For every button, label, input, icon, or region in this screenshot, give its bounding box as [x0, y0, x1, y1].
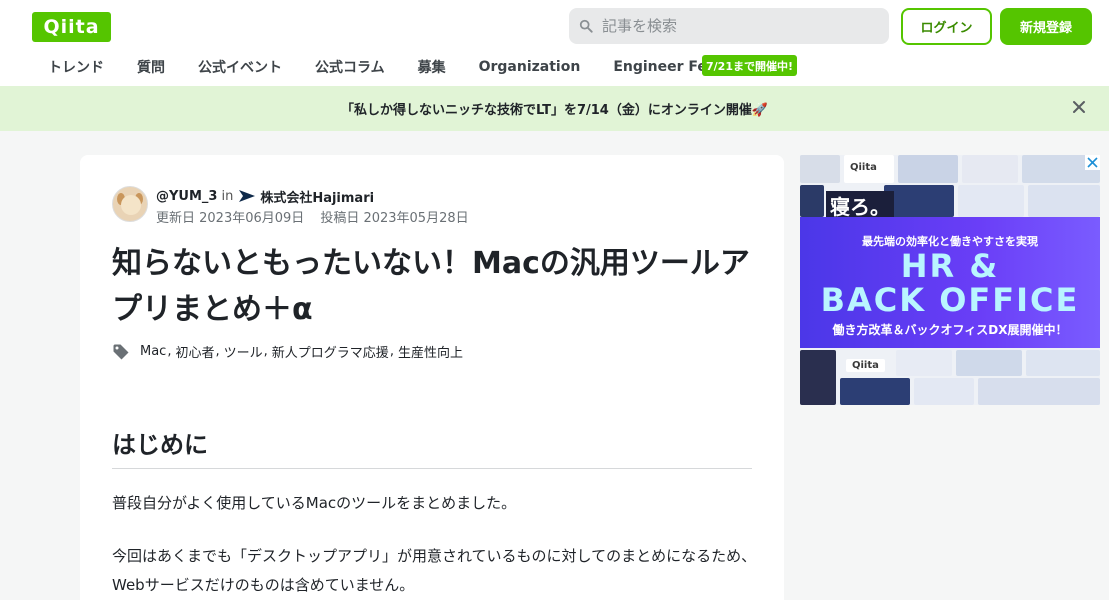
author-username[interactable]: @YUM_3 [156, 189, 217, 204]
tag-separator: , [167, 344, 172, 359]
tag-icon [113, 344, 129, 359]
in-label: in [221, 188, 234, 204]
posted-date: 投稿日 2023年05月28日 [320, 211, 469, 226]
tag-item[interactable]: 初心者 [175, 342, 214, 361]
close-icon[interactable] [1072, 100, 1086, 114]
nav-item-official-events[interactable]: 公式イベント [198, 57, 282, 77]
author-block: @YUM_3 in 株式会社Hajimari 更新日 2023年06月09日 投稿… [112, 186, 469, 226]
paragraph: 今回はあくまでも「デスクトップアプリ」が用意されているものに対してのまとめになる… [112, 547, 757, 594]
search-box[interactable] [569, 8, 889, 44]
ad-collage-bottom [800, 348, 1100, 405]
ad-headline-line2: BACK OFFICE [820, 281, 1080, 319]
organization-link[interactable]: 株式会社Hajimari [260, 187, 374, 206]
avatar[interactable] [112, 186, 148, 222]
paragraph: 普段自分がよく使用しているMacのツールをまとめました。 [112, 494, 517, 512]
main-nav: トレンド 質問 公式イベント 公式コラム 募集 Organization Eng… [48, 56, 731, 78]
nav-item-trend[interactable]: トレンド [48, 57, 104, 77]
updated-date: 更新日 2023年06月09日 [156, 211, 305, 226]
banner-text[interactable]: 「私しか得しないニッチな技術でLT」を7/14（金）にオンライン開催🚀 [341, 99, 768, 118]
tag-separator: , [389, 344, 394, 359]
qiita-logo[interactable]: Qiita [32, 12, 111, 42]
nav-item-organization[interactable]: Organization [479, 59, 581, 75]
ad-footer-text: 働き方改革＆バックオフィスDX展開催中！ [832, 323, 1068, 337]
article-dates: 更新日 2023年06月09日 投稿日 2023年05月28日 [156, 207, 469, 226]
search-input[interactable] [602, 17, 862, 35]
search-icon [579, 19, 593, 33]
tag-item[interactable]: Mac [140, 344, 166, 359]
tag-item[interactable]: 新人プログラマ応援 [272, 342, 389, 361]
ad-qiita-label-2: Qiita [846, 359, 885, 372]
ad-neru-text: 寝ろ。 [826, 191, 894, 220]
ad-headline-line1: HR & [900, 247, 1000, 285]
tag-separator: , [263, 344, 268, 359]
tag-separator: , [215, 344, 220, 359]
site-header: Qiita ログイン 新規登録 トレンド 質問 公式イベント 公式コラム 募集 … [0, 0, 1109, 86]
sidebar-ad[interactable]: Qiita 寝ろ。 最先端の効率化と働きやすさを実現 HR & BACK OFF… [800, 155, 1100, 405]
article-card: @YUM_3 in 株式会社Hajimari 更新日 2023年06月09日 投稿… [80, 155, 784, 600]
login-button[interactable]: ログイン [901, 8, 992, 45]
tag-item[interactable]: ツール [224, 342, 263, 361]
nav-item-official-columns[interactable]: 公式コラム [315, 57, 385, 77]
ad-qiita-label: Qiita [844, 161, 883, 174]
hajimari-logo-icon [239, 190, 256, 202]
section-heading: はじめに [112, 425, 752, 469]
ad-close-icon[interactable] [1085, 155, 1100, 170]
nav-item-questions[interactable]: 質問 [137, 57, 165, 77]
festa-badge[interactable]: 7/21まで開催中! [702, 55, 797, 76]
announcement-banner[interactable]: 「私しか得しないニッチな技術でLT」を7/14（金）にオンライン開催🚀 [0, 86, 1109, 131]
tag-item[interactable]: 生産性向上 [398, 342, 463, 361]
article-title: 知らないともったいない！Macの汎用ツールアプリまとめ＋α [112, 246, 750, 327]
signup-button[interactable]: 新規登録 [1000, 8, 1092, 45]
tag-list: Mac, 初心者, ツール, 新人プログラマ応援, 生産性向上 [112, 342, 463, 361]
nav-item-recruit[interactable]: 募集 [418, 57, 446, 77]
